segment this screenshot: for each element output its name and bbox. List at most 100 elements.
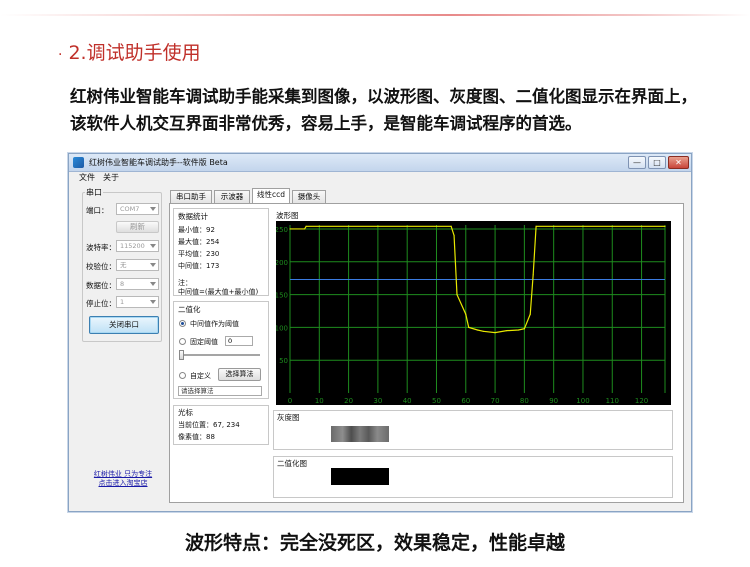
cursor-pos-row: 当前位置：67, 234 bbox=[178, 420, 240, 430]
waveform-point bbox=[664, 225, 666, 227]
x-tick-label: 70 bbox=[491, 397, 500, 405]
min-label: 最小值： bbox=[178, 226, 206, 234]
app-window: 红树伟业智能车调试助手--软件版 Beta — □ ✕ 文件 关于 串口 端口：… bbox=[68, 153, 692, 512]
binarize-panel bbox=[173, 301, 269, 399]
min-value: 92 bbox=[206, 226, 215, 234]
port-label: 端口： bbox=[86, 206, 109, 215]
binarize-title: 二值化 bbox=[178, 305, 201, 314]
max-row: 最大值：254 bbox=[178, 237, 219, 247]
radio-fixed-label: 固定阈值 bbox=[190, 338, 218, 346]
x-tick-label: 120 bbox=[635, 397, 648, 405]
stopbits-select[interactable]: 1 bbox=[116, 296, 159, 308]
waveform-point bbox=[523, 328, 525, 330]
menu-about[interactable]: 关于 bbox=[103, 172, 119, 183]
x-tick-label: 50 bbox=[432, 397, 441, 405]
waveform-point bbox=[450, 225, 452, 227]
note-line2: 中间值=(最大值+最小值) bbox=[178, 288, 259, 296]
parity-label: 校验位： bbox=[86, 262, 116, 271]
x-tick-label: 30 bbox=[373, 397, 382, 405]
y-tick-label: 100 bbox=[276, 324, 288, 332]
waveform-title: 波形图 bbox=[276, 211, 299, 220]
pixel-label: 像素值： bbox=[178, 433, 206, 441]
refresh-button[interactable]: 刷新 bbox=[116, 221, 159, 233]
waveform-point bbox=[535, 225, 537, 227]
tab-serial-assistant[interactable]: 串口助手 bbox=[170, 190, 212, 203]
waveform-point bbox=[494, 332, 496, 334]
radio-mid-label: 中间值作为阈值 bbox=[190, 320, 239, 328]
radio-custom[interactable] bbox=[179, 372, 186, 379]
mid-label: 中间值： bbox=[178, 262, 206, 270]
tab-linear-ccd[interactable]: 线性ccd bbox=[252, 188, 290, 204]
title-bar: 红树伟业智能车调试助手--软件版 Beta — □ ✕ bbox=[69, 154, 691, 172]
baud-label: 波特率： bbox=[86, 243, 116, 252]
gray-image bbox=[331, 426, 389, 442]
linear-ccd-pane: 数据统计 最小值：92 最大值：254 平均值：230 中间值：173 注： 中… bbox=[169, 203, 684, 503]
x-tick-label: 0 bbox=[288, 397, 292, 405]
radio-fixed-threshold[interactable] bbox=[179, 338, 186, 345]
stopbits-label: 停止位： bbox=[86, 299, 116, 308]
max-value: 254 bbox=[206, 238, 220, 246]
x-tick-label: 60 bbox=[461, 397, 470, 405]
waveform-point bbox=[456, 293, 458, 296]
databits-select[interactable]: 8 bbox=[116, 278, 159, 290]
y-tick-label: 50 bbox=[279, 357, 288, 365]
cursor-pos-label: 当前位置： bbox=[178, 421, 213, 429]
radio-mid-threshold[interactable] bbox=[179, 320, 186, 327]
close-port-button[interactable]: 关闭串口 bbox=[89, 316, 159, 334]
section-title: · 2.调试助手使用 bbox=[58, 38, 201, 65]
waveform-point bbox=[468, 326, 470, 328]
min-row: 最小值：92 bbox=[178, 225, 215, 235]
tab-camera[interactable]: 摄像头 bbox=[292, 190, 326, 203]
parity-select[interactable]: 无 bbox=[116, 259, 159, 271]
y-tick-label: 150 bbox=[276, 292, 288, 300]
waveform-point bbox=[289, 228, 291, 230]
pixel-value: 88 bbox=[206, 433, 215, 441]
y-tick-label: 250 bbox=[276, 226, 288, 234]
close-button[interactable]: ✕ bbox=[668, 156, 689, 169]
gray-title: 灰度图 bbox=[277, 413, 300, 422]
baud-select[interactable]: 115200 bbox=[116, 240, 159, 252]
shop-link-line1[interactable]: 红树伟业 只为专注 bbox=[83, 470, 163, 479]
section-title-text: 2.调试助手使用 bbox=[68, 42, 201, 64]
top-divider bbox=[0, 14, 750, 16]
max-label: 最大值： bbox=[178, 238, 206, 246]
waveform-point bbox=[532, 274, 534, 276]
binary-title: 二值化图 bbox=[277, 459, 307, 468]
select-algorithm-button[interactable]: 选择算法 bbox=[218, 368, 261, 381]
threshold-slider-track[interactable] bbox=[180, 354, 260, 356]
window-title: 红树伟业智能车调试助手--软件版 Beta bbox=[89, 158, 228, 167]
maximize-button[interactable]: □ bbox=[648, 156, 666, 169]
avg-label: 平均值： bbox=[178, 250, 206, 258]
waveform-point bbox=[304, 228, 306, 230]
mid-row: 中间值：173 bbox=[178, 261, 219, 271]
algorithm-field[interactable]: 请选择算法 bbox=[178, 386, 262, 396]
cursor-pos-value: 67, 234 bbox=[213, 421, 240, 429]
bullet-dot: · bbox=[58, 47, 63, 63]
waveform-point bbox=[482, 330, 484, 332]
stats-title: 数据统计 bbox=[178, 212, 208, 221]
waveform-point bbox=[453, 234, 455, 237]
x-tick-label: 100 bbox=[576, 397, 589, 405]
app-icon bbox=[73, 157, 84, 168]
minimize-button[interactable]: — bbox=[628, 156, 646, 169]
cursor-title: 光标 bbox=[178, 408, 193, 417]
fixed-threshold-input[interactable]: 0 bbox=[225, 336, 253, 346]
serial-group-label: 串口 bbox=[85, 187, 103, 198]
y-tick-label: 200 bbox=[276, 259, 288, 267]
menu-file[interactable]: 文件 bbox=[79, 172, 95, 183]
threshold-slider-thumb[interactable] bbox=[179, 350, 184, 360]
tab-oscilloscope[interactable]: 示波器 bbox=[214, 190, 250, 203]
waveform-point bbox=[517, 329, 520, 331]
port-select[interactable]: COM7 bbox=[116, 203, 159, 215]
pixel-row: 像素值：88 bbox=[178, 432, 215, 442]
waveform-point bbox=[305, 225, 307, 227]
waveform-point bbox=[476, 329, 479, 331]
x-tick-label: 110 bbox=[606, 397, 619, 405]
shop-link-line2[interactable]: 点击进入淘宝店 bbox=[83, 479, 163, 488]
waveform-chart[interactable]: 0 10 20 30 40 50 60 70 80 90 100 110 120 50 100 150 200 2… bbox=[276, 221, 671, 405]
avg-value: 230 bbox=[206, 250, 220, 258]
waveform-point bbox=[529, 313, 531, 315]
waveform-point bbox=[465, 313, 467, 315]
menu-bar: 文件 关于 bbox=[69, 172, 691, 183]
avg-row: 平均值：230 bbox=[178, 249, 219, 259]
